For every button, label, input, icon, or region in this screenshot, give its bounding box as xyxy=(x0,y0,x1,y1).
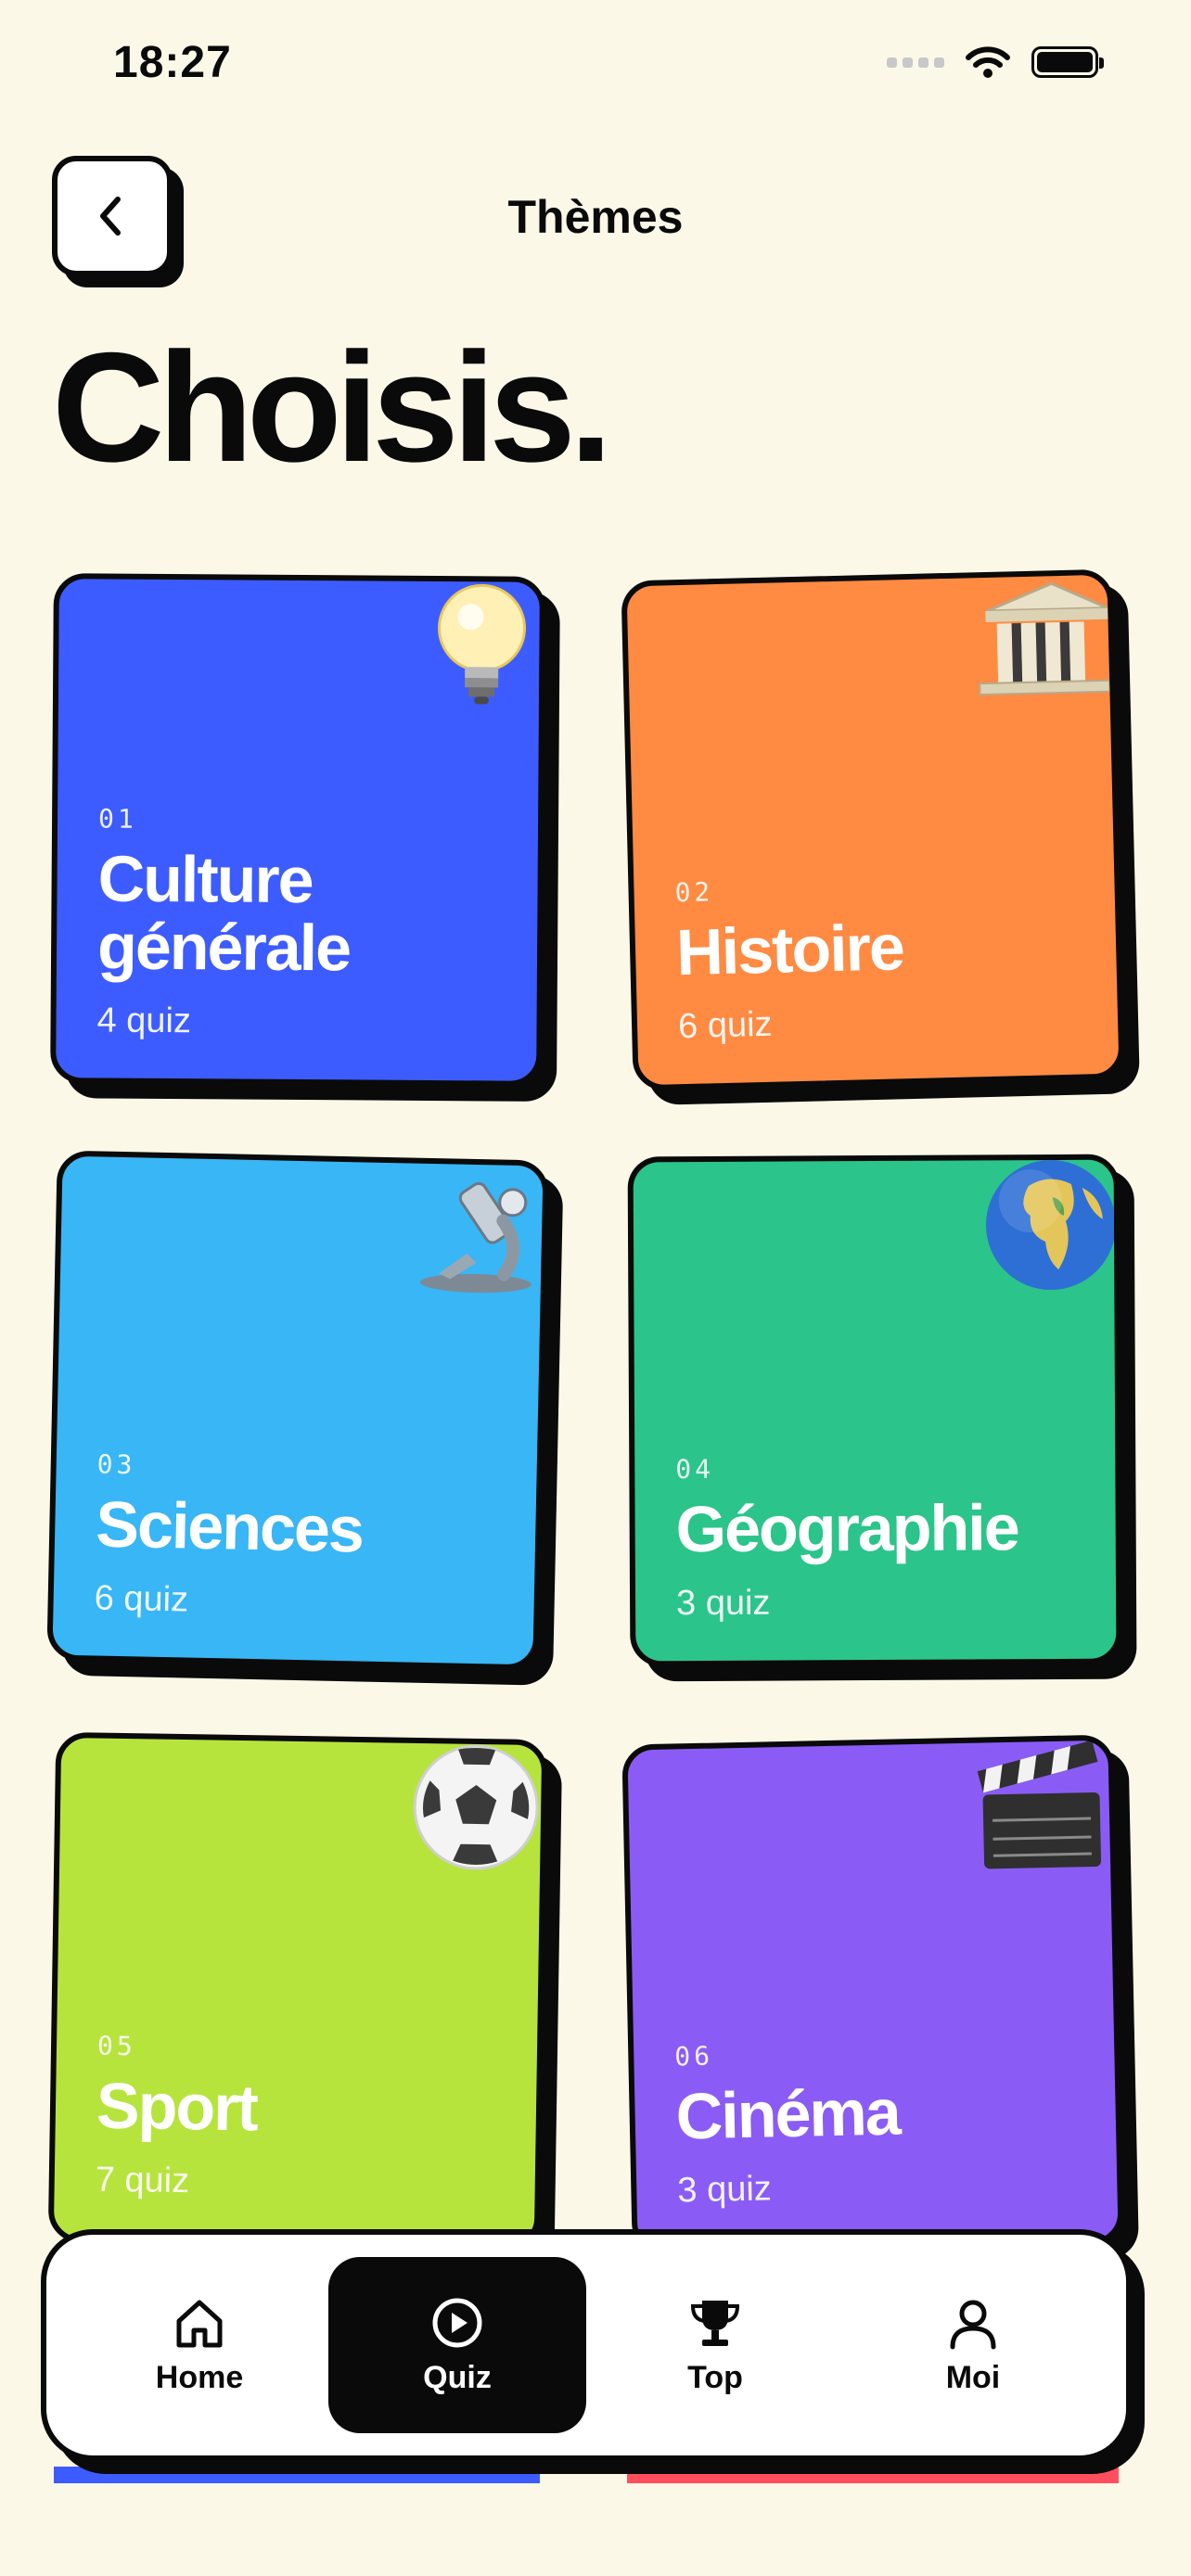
theme-title: Culture générale xyxy=(96,842,351,985)
theme-quiz-count: 3 quiz xyxy=(676,2169,773,2211)
theme-quiz-count: 7 quiz xyxy=(95,2160,190,2201)
theme-title: Sport xyxy=(96,2069,258,2145)
nav-title: Thèmes xyxy=(507,191,684,243)
tab-top[interactable]: Top xyxy=(586,2257,844,2433)
theme-number: 04 xyxy=(675,1454,715,1486)
theme-quiz-count: 3 quiz xyxy=(675,1583,771,1624)
bottom-tab-bar: Home Quiz Top Moi xyxy=(41,2229,1132,2461)
theme-quiz-count: 6 quiz xyxy=(94,1578,189,1620)
tab-quiz[interactable]: Quiz xyxy=(328,2257,586,2433)
wifi-icon xyxy=(966,46,1010,78)
theme-title: Cinéma xyxy=(674,2075,901,2153)
tab-label: Home xyxy=(155,2359,244,2395)
theme-card-histoire[interactable]: 02 Histoire 6 quiz xyxy=(621,568,1125,1091)
status-icons xyxy=(887,45,1104,80)
home-icon xyxy=(176,2300,223,2347)
theme-title: Géographie xyxy=(675,1491,1018,1566)
lightbulb-icon xyxy=(438,583,527,705)
tab-label: Moi xyxy=(945,2359,1001,2395)
theme-quiz-count: 4 quiz xyxy=(96,1001,192,1041)
tab-moi[interactable]: Moi xyxy=(844,2257,1102,2433)
theme-card-culture-generale[interactable]: 01 Culture générale 4 quiz xyxy=(50,573,545,1087)
play-circle-icon xyxy=(432,2298,482,2347)
soccer-ball-icon xyxy=(413,1744,539,1870)
theme-title: Sciences xyxy=(95,1487,364,1566)
theme-number: 01 xyxy=(97,803,137,835)
status-time: 18:27 xyxy=(113,38,232,87)
theme-card-sciences[interactable]: 03 Sciences 6 quiz xyxy=(46,1150,549,1671)
theme-card-geographie[interactable]: 04 Géographie 3 quiz xyxy=(627,1154,1122,1667)
theme-quiz-count: 6 quiz xyxy=(677,1004,774,1047)
theme-card-peek-left xyxy=(54,2467,540,2483)
tab-label: Top xyxy=(687,2359,743,2395)
theme-card-peek-right xyxy=(627,2467,1119,2483)
theme-card-cinema[interactable]: 06 Cinéma 3 quiz xyxy=(621,1734,1124,2255)
cellular-signal-icon xyxy=(887,57,944,68)
battery-icon xyxy=(1031,46,1104,78)
clapper-board-icon xyxy=(977,1740,1102,1869)
classical-building-icon xyxy=(979,581,1111,696)
status-bar: 18:27 xyxy=(0,0,1191,139)
theme-number: 02 xyxy=(674,876,714,909)
theme-number: 05 xyxy=(96,2030,137,2062)
theme-number: 03 xyxy=(96,1448,136,1481)
theme-card-sport[interactable]: 05 Sport 7 quiz xyxy=(47,1731,548,2251)
trophy-icon xyxy=(690,2300,740,2346)
page-title: Choisis. xyxy=(52,320,612,494)
tab-home[interactable]: Home xyxy=(70,2257,328,2433)
theme-title: Histoire xyxy=(675,911,904,989)
globe-icon xyxy=(985,1160,1115,1291)
microscope-icon xyxy=(419,1181,531,1294)
user-icon xyxy=(950,2300,996,2349)
theme-number: 06 xyxy=(674,2040,714,2072)
tab-label: Quiz xyxy=(423,2359,492,2395)
